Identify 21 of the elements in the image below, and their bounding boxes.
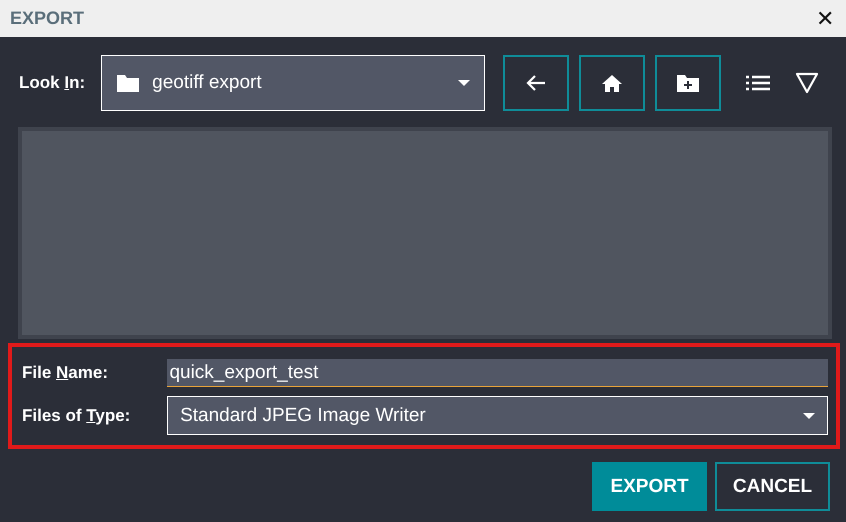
filter-icon[interactable] [795,72,820,94]
home-icon [601,73,624,93]
look-in-label: Look In: [19,73,86,93]
new-folder-button[interactable] [655,55,722,111]
home-button[interactable] [579,55,646,111]
dropdown-caret-icon [458,80,470,86]
close-button[interactable]: ✕ [814,8,836,30]
folder-icon [116,73,140,93]
back-button[interactable] [503,55,570,111]
cancel-button[interactable]: CANCEL [715,462,830,511]
back-arrow-icon [525,73,548,93]
new-folder-icon [676,73,700,93]
dropdown-caret-icon [803,412,815,418]
export-button[interactable]: EXPORT [592,462,707,511]
window-title: EXPORT [10,8,84,29]
file-type-label: Files of Type: [22,406,132,426]
file-type-dropdown[interactable]: Standard JPEG Image Writer [167,396,828,435]
list-view-icon[interactable] [745,74,772,92]
file-name-field[interactable]: quick_export_test [167,359,828,387]
file-name-label: File Name: [22,363,109,383]
look-in-dropdown[interactable]: geotiff export [101,55,486,111]
